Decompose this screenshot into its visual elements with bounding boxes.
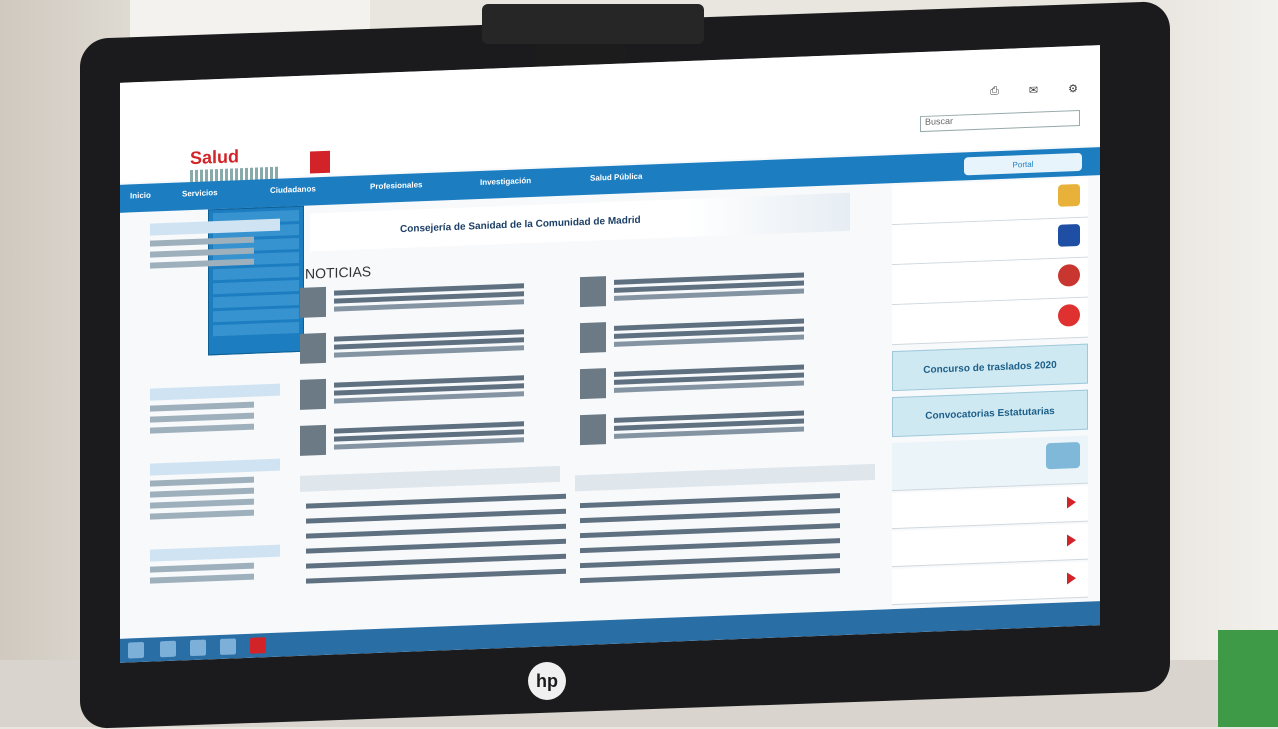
convocatorias-button[interactable]: Convocatorias Estatutarias (892, 389, 1088, 438)
hp-logo: hp (528, 662, 566, 700)
list-left (306, 484, 566, 594)
news-item[interactable] (300, 325, 530, 370)
news-item[interactable] (300, 279, 530, 324)
news-heading: NOTICIAS (305, 263, 372, 282)
nav-item-2[interactable]: Servicios (182, 188, 218, 198)
right-column: Concurso de traslados 2020 Convocatorias… (892, 177, 1092, 635)
banner-title: Consejería de Sanidad de la Comunidad de… (400, 214, 641, 236)
list-right (580, 483, 840, 593)
concurso-button[interactable]: Concurso de traslados 2020 (892, 343, 1088, 392)
print-icon[interactable]: ⎙ (990, 85, 999, 98)
nav-item-6[interactable]: Salud Pública (590, 172, 642, 183)
webcam (482, 4, 704, 44)
green-box (1218, 630, 1278, 727)
nav-item-5[interactable]: Investigación (480, 176, 531, 187)
news-item[interactable] (300, 417, 530, 462)
share-icon[interactable]: ✉ (1029, 84, 1038, 97)
news-item[interactable] (580, 406, 810, 451)
right-link[interactable] (892, 297, 1088, 346)
search-input[interactable]: Buscar (920, 109, 1080, 133)
right-link[interactable] (892, 485, 1088, 530)
header-icons: ⎙ ✉ ⚙ (990, 82, 1078, 98)
taskbar-app-icon[interactable] (220, 638, 236, 655)
screen: Salud ⎙ ✉ ⚙ Buscar Inicio Servicios Ciud… (120, 45, 1100, 663)
settings-icon[interactable]: ⚙ (1068, 82, 1078, 95)
news-item[interactable] (580, 314, 810, 359)
portal-button[interactable]: Portal (964, 152, 1082, 176)
salud-logo[interactable]: Salud (190, 146, 239, 169)
news-item[interactable] (580, 268, 810, 313)
left-sidebar (150, 215, 280, 660)
nav-item-4[interactable]: Profesionales (370, 180, 422, 191)
news-item[interactable] (580, 360, 810, 405)
right-link[interactable] (892, 523, 1088, 568)
taskbar-app-icon[interactable] (250, 637, 266, 654)
start-icon[interactable] (128, 641, 144, 659)
community-logo (310, 150, 330, 174)
news-item[interactable] (300, 371, 530, 416)
nav-item-1[interactable]: Inicio (130, 191, 151, 201)
taskbar-app-icon[interactable] (160, 640, 176, 658)
taskbar-app-icon[interactable] (190, 639, 206, 657)
nav-item-3[interactable]: Ciudadanos (270, 184, 316, 195)
right-link[interactable] (892, 561, 1088, 606)
admin-box[interactable] (892, 435, 1088, 492)
